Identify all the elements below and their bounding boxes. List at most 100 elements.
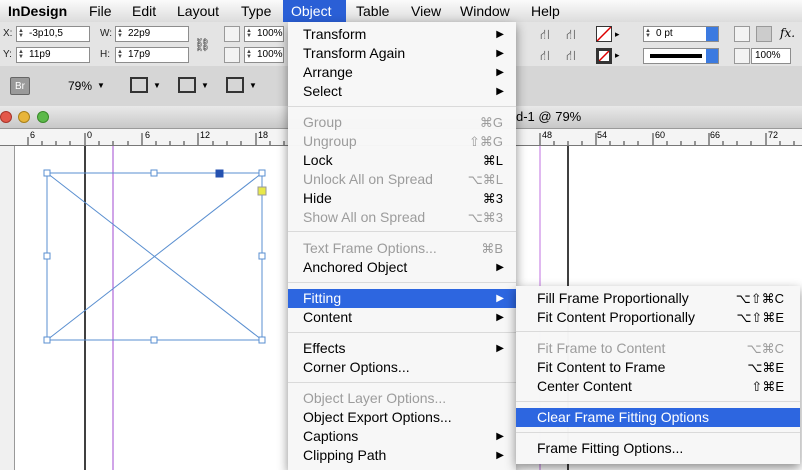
menu-item-lock[interactable]: Lock ⌘L [288, 151, 516, 170]
stepper-icon[interactable]: ▲ ▼ [117, 28, 123, 39]
menu-item-object-export-options[interactable]: Object Export Options... [288, 408, 516, 427]
menu-help[interactable]: Help [523, 0, 568, 22]
view-options-arrow-icon[interactable]: ▼ [153, 81, 161, 90]
submenu-item-shortcut: ⌥⇧⌘E [736, 310, 784, 325]
zoom-dropdown-arrow-icon[interactable]: ▼ [97, 81, 105, 90]
close-window-icon[interactable] [0, 111, 12, 123]
submenu-arrow-icon: ▶ [496, 293, 504, 304]
w-field[interactable]: ▲ ▼ 22p9 [115, 26, 189, 42]
submenu-arrow-icon: ▶ [496, 29, 504, 40]
submenu-item-fit-content-to-frame[interactable]: Fit Content to Frame ⌥⌘E [516, 358, 800, 377]
y-field[interactable]: ▲ ▼ 11p9 [16, 47, 90, 63]
submenu-item-frame-fitting-options[interactable]: Frame Fitting Options... [516, 439, 800, 458]
submenu-item-center-content[interactable]: Center Content ⇧⌘E [516, 377, 800, 396]
submenu-item-shortcut: ⌥⇧⌘C [735, 291, 784, 306]
menu-item-anchored-object[interactable]: Anchored Object ▶ [288, 258, 516, 277]
distribute-icon[interactable]: ⛙ [540, 47, 550, 66]
menu-item-label: Arrange [303, 64, 353, 80]
submenu-item-fit-frame-to-content[interactable]: Fit Frame to Content ⌥⌘C [516, 339, 800, 358]
reference-point-icon[interactable]: ⛙ [540, 26, 550, 45]
stepper-icon[interactable]: ▲ ▼ [645, 28, 651, 39]
menu-item-show-all-on-spread[interactable]: Show All on Spread ⌥⌘3 [288, 208, 516, 227]
menu-item-ungroup[interactable]: Ungroup ⇧⌘G [288, 132, 516, 151]
menu-item-effects[interactable]: Effects ▶ [288, 339, 516, 358]
menu-object[interactable]: Object [283, 0, 346, 22]
align-icon[interactable]: ⛙ [566, 26, 576, 45]
arrange-documents-icon[interactable] [226, 77, 244, 93]
submenu-item-clear-frame-fitting-options[interactable]: Clear Frame Fitting Options [516, 408, 800, 427]
selection-handle [43, 252, 51, 260]
live-corner-widget [257, 186, 267, 196]
menu-item-transform[interactable]: Transform ▶ [288, 25, 516, 44]
stepper-icon[interactable]: ▲ ▼ [18, 28, 24, 39]
menu-item-shortcut: ⌘L [482, 153, 503, 168]
menu-item-text-frame-options[interactable]: Text Frame Options... ⌘B [288, 239, 516, 258]
bridge-button[interactable]: Br [10, 77, 30, 95]
stroke-type-dropdown[interactable] [643, 48, 719, 64]
fill-menu-arrow-icon[interactable]: ▸ [615, 29, 620, 40]
x-value: -3p10,5 [29, 28, 63, 39]
menu-item-label: Ungroup [303, 133, 357, 149]
selection-handle [150, 336, 158, 344]
submenu-item-fit-content-proportionally[interactable]: Fit Content Proportionally ⌥⇧⌘E [516, 308, 800, 327]
submenu-item-fill-frame-proportionally[interactable]: Fill Frame Proportionally ⌥⇧⌘C [516, 289, 800, 308]
menu-separator [516, 432, 800, 433]
menu-item-arrange[interactable]: Arrange ▶ [288, 63, 516, 82]
submenu-arrow-icon: ▶ [496, 86, 504, 97]
stroke-weight-value: 0 pt [656, 28, 673, 39]
screen-mode-icon[interactable] [178, 77, 196, 93]
menu-app-indesign[interactable]: InDesign [0, 0, 75, 22]
stroke-menu-arrow-icon[interactable]: ▸ [615, 50, 620, 61]
menu-file[interactable]: File [81, 0, 120, 22]
zoom-window-icon[interactable] [37, 111, 49, 123]
menu-item-clipping-path[interactable]: Clipping Path ▶ [288, 446, 516, 465]
scale-x-field[interactable]: ▲ ▼ 100% [244, 26, 284, 42]
menu-item-shortcut: ⌘B [481, 241, 503, 256]
stroke-weight-field[interactable]: ▲ ▼ 0 pt [643, 26, 719, 42]
menu-item-group[interactable]: Group ⌘G [288, 113, 516, 132]
stroke-swatch-none-icon[interactable] [596, 48, 612, 64]
menu-item-unlock-all-on-spread[interactable]: Unlock All on Spread ⌥⌘L [288, 170, 516, 189]
frame-icon[interactable] [734, 26, 750, 42]
view-options-icon[interactable] [130, 77, 148, 93]
dropdown-arrow-icon[interactable] [706, 49, 718, 63]
menu-layout[interactable]: Layout [169, 0, 227, 22]
scale-x-value: 100% [257, 28, 283, 39]
menu-item-captions[interactable]: Captions ▶ [288, 427, 516, 446]
menu-window[interactable]: Window [452, 0, 518, 22]
stepper-icon[interactable]: ▲ ▼ [246, 49, 252, 60]
scale-y-field[interactable]: ▲ ▼ 100% [244, 47, 284, 63]
submenu-arrow-icon: ▶ [496, 67, 504, 78]
screen-mode-arrow-icon[interactable]: ▼ [201, 81, 209, 90]
fill-swatch-none-icon[interactable] [596, 26, 612, 42]
menu-item-fitting[interactable]: Fitting ▶ [288, 289, 516, 308]
menu-item-hide[interactable]: Hide ⌘3 [288, 189, 516, 208]
menu-item-object-layer-options[interactable]: Object Layer Options... [288, 389, 516, 408]
effects-fx-icon[interactable]: fx. [780, 26, 795, 40]
menu-item-label: Clipping Path [303, 447, 387, 463]
menu-edit[interactable]: Edit [124, 0, 164, 22]
menu-item-select[interactable]: Select ▶ [288, 82, 516, 101]
menu-item-content[interactable]: Content ▶ [288, 308, 516, 327]
constrain-proportions-icon[interactable]: ⛓ [194, 37, 211, 53]
dropdown-arrow-icon[interactable] [706, 27, 718, 41]
x-field[interactable]: ▲ ▼ -3p10,5 [16, 26, 90, 42]
opacity-field[interactable]: 100% [751, 48, 791, 64]
distribute-spacing-icon[interactable]: ⛙ [566, 47, 576, 66]
stepper-icon[interactable]: ▲ ▼ [246, 28, 252, 39]
zoom-level[interactable]: 79% [68, 79, 92, 93]
opacity-icon [734, 48, 750, 64]
drop-shadow-icon[interactable] [756, 26, 772, 42]
menu-view[interactable]: View [403, 0, 449, 22]
menu-item-corner-options[interactable]: Corner Options... [288, 358, 516, 377]
menu-item-transform-again[interactable]: Transform Again ▶ [288, 44, 516, 63]
menu-type[interactable]: Type [233, 0, 279, 22]
stepper-icon[interactable]: ▲ ▼ [117, 49, 123, 60]
menu-item-label: Transform Again [303, 45, 406, 61]
stepper-icon[interactable]: ▲ ▼ [18, 49, 24, 60]
h-field[interactable]: ▲ ▼ 17p9 [115, 47, 189, 63]
menu-table[interactable]: Table [348, 0, 397, 22]
minimize-window-icon[interactable] [18, 111, 30, 123]
submenu-arrow-icon: ▶ [496, 312, 504, 323]
arrange-documents-arrow-icon[interactable]: ▼ [249, 81, 257, 90]
